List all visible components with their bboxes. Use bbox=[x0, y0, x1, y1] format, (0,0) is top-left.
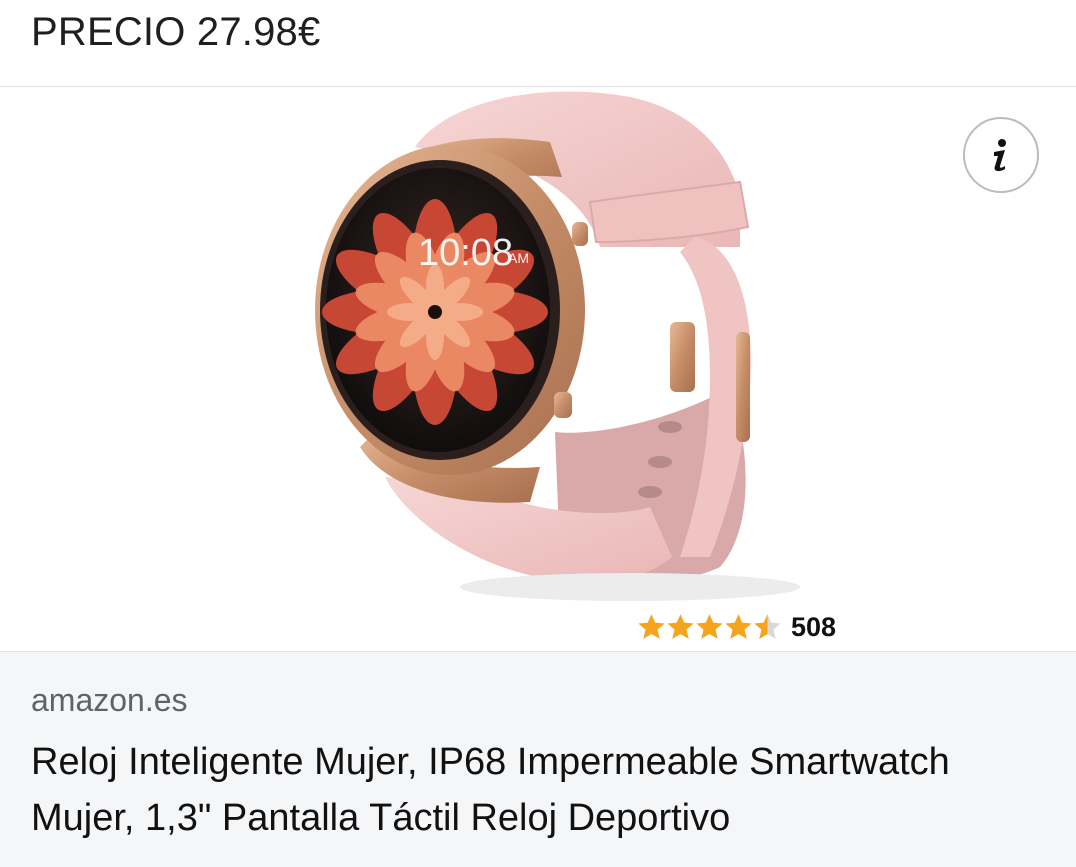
product-caption[interactable]: amazon.es Reloj Inteligente Mujer, IP68 … bbox=[0, 651, 1076, 867]
star-full-icon bbox=[725, 614, 752, 639]
star-full-icon bbox=[696, 614, 723, 639]
star-full-icon bbox=[638, 614, 665, 639]
price-label: PRECIO 27.98€ bbox=[31, 10, 321, 54]
star-full-icon bbox=[667, 614, 694, 639]
previous-result-card: PRECIO 27.98€ bbox=[0, 0, 1076, 87]
rating: 508 bbox=[636, 609, 836, 645]
page: PRECIO 27.98€ 10:08 AM 508 amazon.es Rel… bbox=[0, 0, 1076, 867]
product-image-area[interactable]: 10:08 AM 508 bbox=[0, 87, 1076, 651]
watch-face-ampm: AM bbox=[508, 250, 529, 266]
watch-face-time: 10:08 bbox=[418, 232, 513, 274]
pink-smartwatch-image: 10:08 AM bbox=[315, 91, 800, 601]
product-ad-card[interactable]: 10:08 AM 508 amazon.es Reloj Inteligente… bbox=[0, 87, 1076, 867]
source-domain: amazon.es bbox=[31, 682, 188, 718]
star-rating bbox=[636, 612, 781, 642]
star-half-icon bbox=[754, 614, 781, 639]
info-glyph bbox=[994, 139, 1006, 172]
product-title[interactable]: Reloj Inteligente Mujer, IP68 Impermeabl… bbox=[31, 734, 1041, 846]
info-icon[interactable] bbox=[963, 117, 1039, 193]
review-count: 508 bbox=[791, 611, 837, 642]
